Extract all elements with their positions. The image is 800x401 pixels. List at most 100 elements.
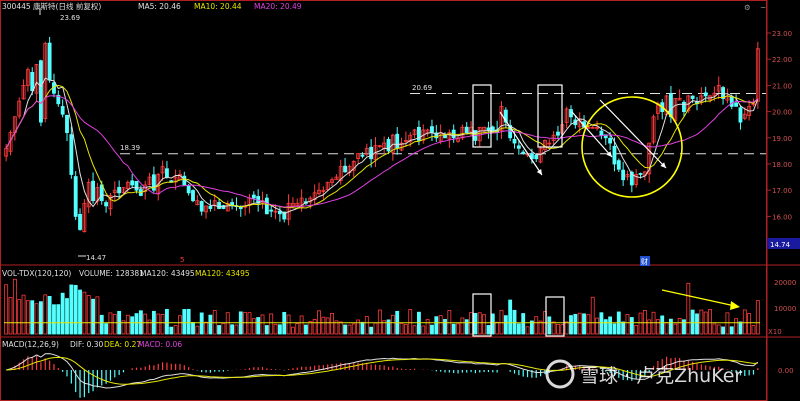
- volume-bar: [60, 292, 65, 335]
- settings-icon[interactable]: ⚙: [744, 3, 751, 12]
- volume-bar: [577, 312, 582, 335]
- volume-bar: [421, 325, 426, 335]
- low-label: 14.47: [86, 254, 106, 262]
- volume-bar: [260, 314, 265, 335]
- candle-down: [186, 185, 191, 194]
- candle-down: [104, 202, 109, 207]
- candle-down: [738, 107, 743, 123]
- volume-bar: [582, 313, 586, 335]
- volume-bar: [516, 323, 521, 335]
- candle-down: [130, 180, 135, 186]
- volume-bar: [603, 319, 608, 335]
- volume-bar: [208, 314, 213, 335]
- candle-down: [117, 186, 122, 194]
- volume-bar: [56, 304, 61, 335]
- volume-bar: [134, 313, 139, 335]
- volume-bar: [25, 300, 30, 335]
- volume-bar: [690, 309, 695, 335]
- volume-bar: [295, 323, 300, 335]
- volume-bar: [52, 304, 56, 335]
- candle-down: [682, 101, 686, 112]
- volume-bar: [456, 323, 460, 335]
- candle-down: [464, 126, 469, 133]
- vol-ma120a: MA120: 43495: [140, 269, 195, 278]
- volume-trend-arrow: [661, 289, 736, 307]
- price-tick-label: 21.00: [772, 82, 792, 90]
- volume-bar: [621, 321, 626, 335]
- volume-bar: [12, 278, 17, 335]
- volume-bar: [112, 313, 117, 335]
- candle-down: [269, 209, 274, 212]
- price-tick-label: 16.00: [772, 213, 792, 221]
- volume-bar: [469, 312, 473, 335]
- volume-bar: [82, 291, 87, 335]
- volume-bar: [247, 312, 252, 335]
- volume-bar: [525, 326, 530, 335]
- volume-bar: [747, 313, 752, 335]
- candle-down: [599, 130, 604, 136]
- volume-bar: [78, 289, 82, 335]
- volume-bar: [512, 309, 517, 335]
- candle-down: [39, 60, 43, 123]
- volume-bar: [251, 318, 256, 335]
- volume-bar: [625, 314, 630, 335]
- volume-bar: [17, 299, 22, 335]
- volume-bar: [47, 296, 52, 335]
- volume-bar: [230, 324, 235, 335]
- current-price-label: 14.74: [770, 241, 791, 249]
- volume-bar: [156, 313, 161, 335]
- volume-bar: [4, 284, 9, 335]
- volume-bar: [430, 324, 434, 335]
- volume-bar: [373, 322, 378, 335]
- candle-down: [734, 102, 739, 107]
- volume-bar: [191, 322, 195, 335]
- volume-bar: [669, 318, 673, 335]
- candle-down: [369, 146, 374, 160]
- event-marker-finance: 财: [641, 257, 648, 266]
- candle-down: [486, 127, 491, 131]
- volume-bar: [277, 324, 282, 335]
- volume-bar: [173, 325, 178, 335]
- price-tick-label: 20.00: [772, 109, 792, 117]
- volume-bar: [682, 319, 686, 335]
- candle-down: [616, 160, 621, 170]
- volume-bar: [65, 298, 69, 335]
- minus-icon[interactable]: −: [760, 3, 766, 12]
- price-tick-label: 18.00: [772, 161, 792, 169]
- price-panel: 16.00 17.00 18.00 19.00 20.00 21.00 22.00 23.00: [4, 8, 792, 257]
- volume-bar: [677, 317, 682, 335]
- volume-bar: [269, 313, 274, 335]
- candle-down: [217, 202, 221, 209]
- volume-bar: [551, 321, 556, 335]
- volume-bar: [708, 309, 712, 335]
- volume-bar: [560, 324, 565, 335]
- volume-bar: [186, 308, 191, 335]
- volume-bar: [291, 326, 295, 335]
- volume-bar: [69, 284, 74, 335]
- candle-down: [703, 92, 708, 97]
- volume-bar: [273, 323, 278, 335]
- volume-bar: [125, 314, 130, 335]
- candle-down: [621, 169, 626, 181]
- vol-unit-label: X10: [768, 328, 782, 336]
- candle-down: [182, 175, 187, 186]
- volume-bar: [403, 324, 408, 335]
- volume-bar: [590, 296, 595, 335]
- candle-down: [199, 201, 204, 212]
- volume-bar: [182, 309, 187, 335]
- settings-icons[interactable]: ⚙ −: [744, 3, 766, 12]
- volume-bar: [660, 315, 665, 335]
- volume-bar: [699, 309, 704, 335]
- volume-bar: [425, 319, 430, 335]
- volume-bar: [490, 313, 495, 335]
- volume-bar: [330, 312, 334, 335]
- volume-bar: [178, 315, 182, 335]
- volume-bar: [195, 325, 200, 335]
- watermark-text: 雪球 · 卢克ZhuKer: [580, 365, 742, 387]
- volume-bar: [634, 325, 639, 335]
- candle-down: [512, 138, 517, 144]
- volume-bar: [99, 314, 104, 335]
- candle-down: [134, 180, 139, 191]
- volume-bar: [547, 316, 552, 335]
- level-low-label: 18.39: [120, 144, 140, 152]
